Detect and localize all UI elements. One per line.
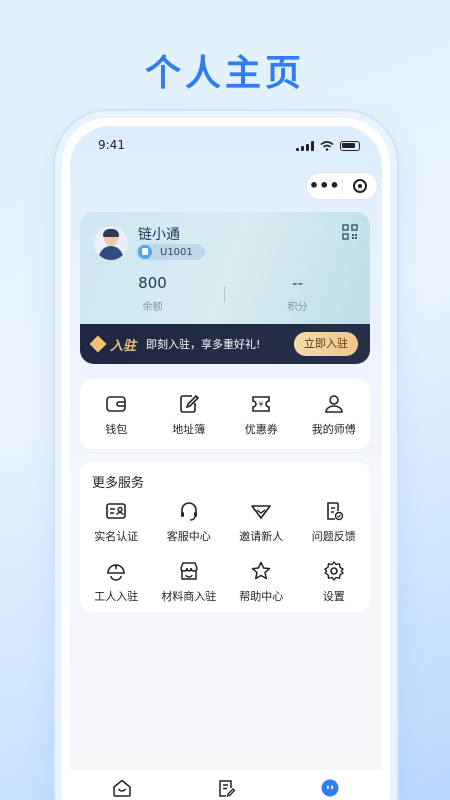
services-title: 更多服务 xyxy=(92,476,145,491)
tab-bar: 首页 订单 我的 xyxy=(70,770,382,800)
helmet-icon xyxy=(107,564,126,581)
service-real-name[interactable]: 实名认证 xyxy=(80,494,153,544)
order-icon xyxy=(219,780,236,797)
user-name: 链小通 xyxy=(138,227,180,243)
phone-screen: 9:41 ••• 链小通 U1001 800 余额 -- 积分 入驻 即刻入驻，… xyxy=(70,126,382,800)
diamond-icon xyxy=(89,335,107,353)
balance-stat[interactable]: 800 余额 xyxy=(80,274,225,313)
service-label: 客服中心 xyxy=(166,530,211,543)
service-help-center[interactable]: 帮助中心 xyxy=(225,554,298,604)
balance-value: 800 xyxy=(138,274,167,292)
id-card-icon xyxy=(106,503,127,519)
mini-program-capsule: ••• xyxy=(306,172,378,200)
status-icons xyxy=(296,141,360,151)
svg-text:¥: ¥ xyxy=(259,401,264,409)
service-label: 材料商入驻 xyxy=(161,590,217,603)
service-label: 设置 xyxy=(322,590,345,603)
address-book-icon xyxy=(179,394,199,413)
service-label: 帮助中心 xyxy=(239,590,284,603)
status-time: 9:41 xyxy=(98,138,125,152)
more-services-card: 更多服务 实名认证 客服中心 邀请新人 问题反馈 工人入驻 材料商入驻 帮助中心… xyxy=(80,462,370,612)
home-icon xyxy=(113,779,131,797)
store-icon xyxy=(179,562,198,580)
service-label: 问题反馈 xyxy=(311,530,356,543)
points-stat[interactable]: -- 积分 xyxy=(225,274,370,313)
shortcut-coupon[interactable]: ¥ 优惠券 xyxy=(225,379,298,449)
headset-icon xyxy=(180,502,197,521)
tab-orders[interactable]: 订单 xyxy=(174,770,278,800)
user-id: U1001 xyxy=(160,246,193,258)
points-value: -- xyxy=(292,274,303,292)
feedback-icon xyxy=(326,502,343,521)
service-label: 实名认证 xyxy=(94,530,139,543)
wallet-icon xyxy=(106,396,127,412)
shortcut-label: 地址簿 xyxy=(172,423,206,436)
service-feedback[interactable]: 问题反馈 xyxy=(298,494,371,544)
service-settings[interactable]: 设置 xyxy=(298,554,371,604)
target-icon xyxy=(352,179,367,193)
wifi-icon xyxy=(320,141,334,151)
service-label: 工人入驻 xyxy=(94,590,139,603)
user-id-badge: U1001 xyxy=(136,244,205,260)
services-row: 工人入驻 材料商入驻 帮助中心 设置 xyxy=(80,554,370,604)
status-bar: 9:41 xyxy=(98,138,360,158)
gear-icon xyxy=(324,561,344,581)
shortcut-wallet[interactable]: 钱包 xyxy=(80,379,153,449)
service-worker-join[interactable]: 工人入驻 xyxy=(80,554,153,604)
avatar[interactable] xyxy=(94,226,128,260)
more-button[interactable]: ••• xyxy=(307,172,342,200)
close-button[interactable] xyxy=(342,179,377,193)
service-customer-center[interactable]: 客服中心 xyxy=(153,494,226,544)
tab-mine[interactable]: 我的 xyxy=(278,770,382,800)
hero-title: 个人主页 xyxy=(144,53,305,94)
service-supplier-join[interactable]: 材料商入驻 xyxy=(153,554,226,604)
shortcut-label: 优惠券 xyxy=(244,423,278,436)
join-brand: 入驻 xyxy=(110,338,137,354)
invite-icon xyxy=(251,505,272,519)
join-promo-text: 即刻入驻，享多重好礼! xyxy=(146,338,261,351)
service-label: 邀请新人 xyxy=(239,530,284,543)
shortcut-address-book[interactable]: 地址簿 xyxy=(153,379,226,449)
points-label: 积分 xyxy=(287,302,308,313)
phone-frame: 9:41 ••• 链小通 U1001 800 余额 -- 积分 入驻 即刻入驻，… xyxy=(62,118,390,800)
shortcut-card: 钱包 地址簿 ¥ 优惠券 我的师傅 xyxy=(80,379,370,449)
shortcut-label: 我的师傅 xyxy=(311,423,356,436)
signal-icon xyxy=(296,141,314,151)
shortcut-my-master[interactable]: 我的师傅 xyxy=(298,379,371,449)
master-icon xyxy=(324,395,343,413)
member-icon xyxy=(138,245,152,259)
tab-home[interactable]: 首页 xyxy=(70,770,174,800)
shortcut-label: 钱包 xyxy=(105,423,128,436)
star-icon xyxy=(252,561,271,580)
join-now-button[interactable]: 立即入驻 xyxy=(294,332,358,356)
join-banner: 入驻 即刻入驻，享多重好礼! 立即入驻 xyxy=(80,324,370,364)
qr-code-icon[interactable] xyxy=(342,224,358,240)
balance-label: 余额 xyxy=(142,302,163,313)
profile-card: 链小通 U1001 800 余额 -- 积分 入驻 即刻入驻，享多重好礼! 立即… xyxy=(80,212,370,364)
battery-icon xyxy=(340,141,360,151)
services-row: 实名认证 客服中心 邀请新人 问题反馈 xyxy=(80,494,370,544)
coupon-icon: ¥ xyxy=(252,396,271,412)
profile-icon xyxy=(321,779,339,797)
service-invite[interactable]: 邀请新人 xyxy=(225,494,298,544)
